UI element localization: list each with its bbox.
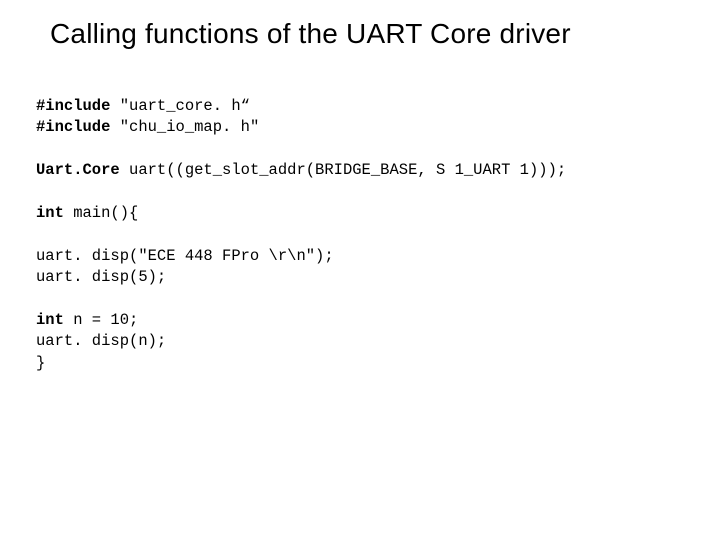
closing-brace: }	[36, 354, 45, 372]
main-sig: main(){	[64, 204, 138, 222]
slide-title: Calling functions of the UART Core drive…	[50, 18, 684, 50]
type-uartcore: Uart.Core	[36, 161, 120, 179]
decl-uart: uart((get_slot_addr(BRIDGE_BASE, S 1_UAR…	[120, 161, 566, 179]
call-disp-n: uart. disp(n);	[36, 332, 166, 350]
kw-include-2: #include	[36, 118, 110, 136]
call-disp-str: uart. disp("ECE 448 FPro \r\n");	[36, 247, 334, 265]
code-block: #include "uart_core. h“ #include "chu_io…	[36, 96, 684, 374]
kw-int-n: int	[36, 311, 64, 329]
decl-n: n = 10;	[64, 311, 138, 329]
slide: Calling functions of the UART Core drive…	[0, 0, 720, 540]
include-2-rest: "chu_io_map. h"	[110, 118, 259, 136]
kw-include-1: #include	[36, 97, 110, 115]
include-1-rest: "uart_core. h“	[110, 97, 250, 115]
kw-int-main: int	[36, 204, 64, 222]
call-disp-5: uart. disp(5);	[36, 268, 166, 286]
